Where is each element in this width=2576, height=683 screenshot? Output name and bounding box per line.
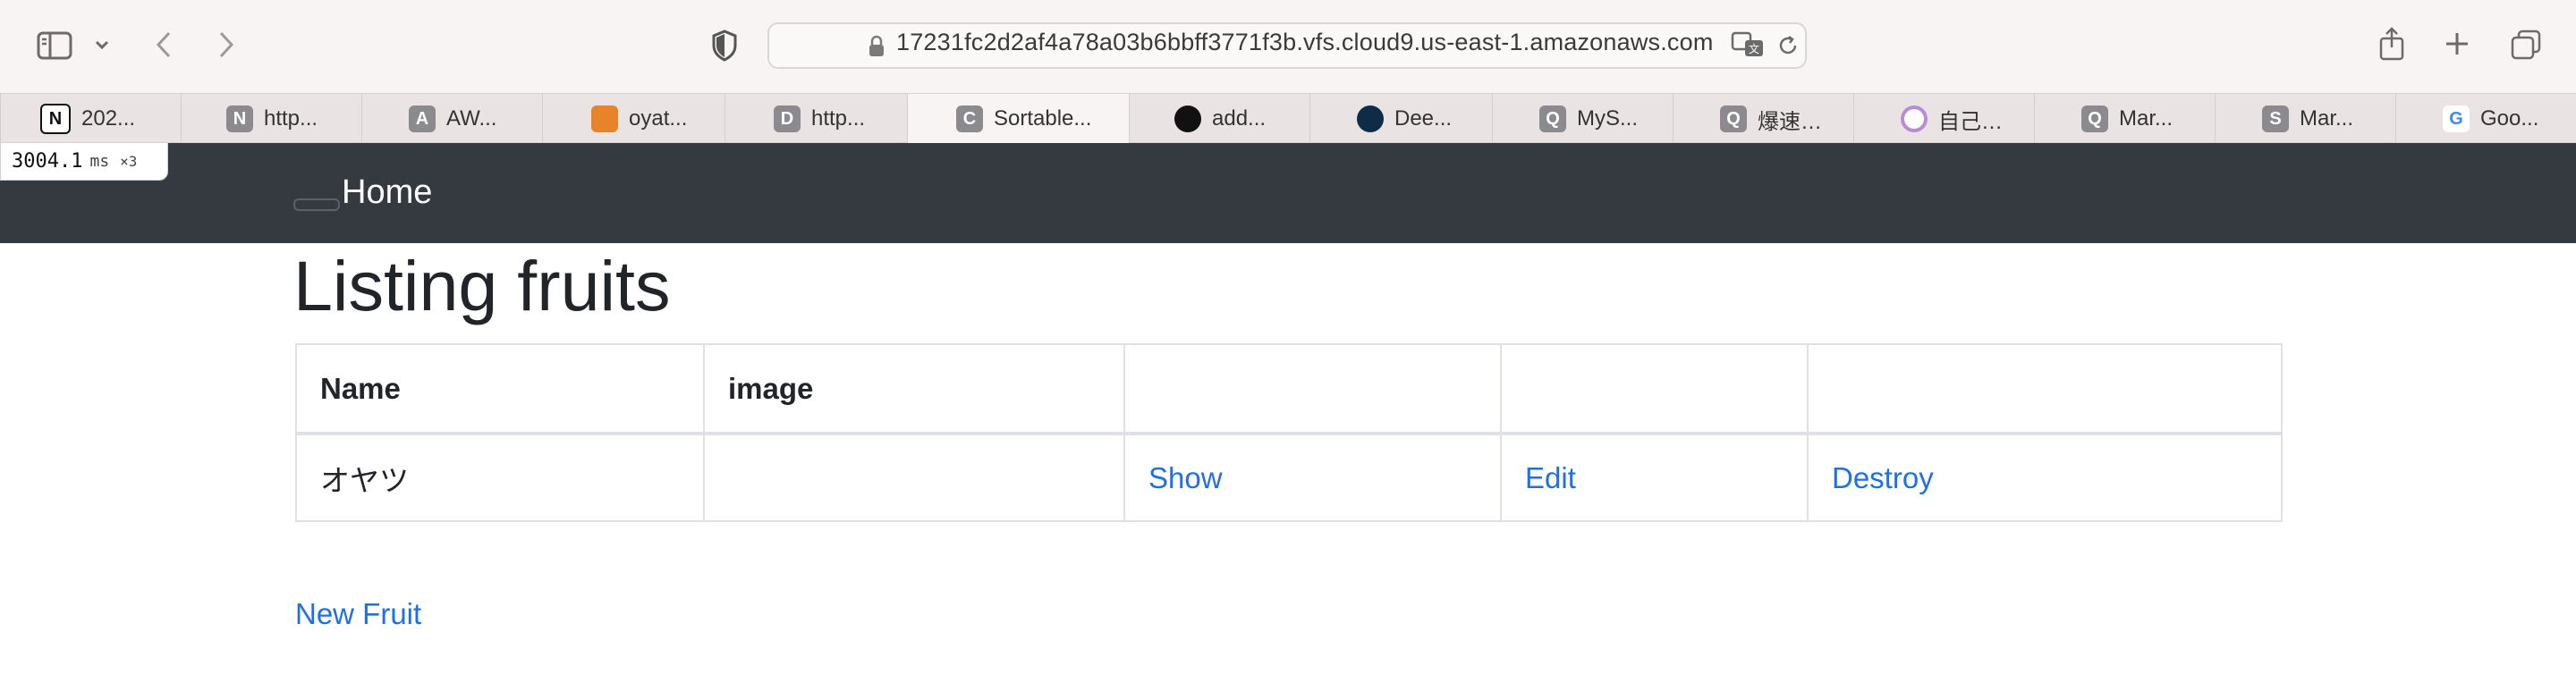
browser-tab[interactable]: add... bbox=[1129, 94, 1309, 144]
show-link[interactable]: Show bbox=[1148, 461, 1223, 494]
new-fruit-link[interactable]: New Fruit bbox=[295, 597, 421, 631]
tab-label: Mar... bbox=[2119, 106, 2174, 131]
hexagon-favicon-icon bbox=[1901, 105, 1928, 132]
tab-label: Dee... bbox=[1394, 106, 1453, 131]
browser-tab[interactable]: Q 爆速… bbox=[1673, 94, 1853, 144]
tab-label: Sortable... bbox=[994, 106, 1092, 131]
google-icon: G bbox=[2443, 105, 2470, 132]
c-favicon-icon: C bbox=[956, 105, 983, 132]
tab-bar: N 202... N http... A AW... oyat... D htt… bbox=[0, 93, 2576, 144]
browser-tab[interactable]: oyat... bbox=[542, 94, 724, 144]
browser-tab-active[interactable]: C Sortable... bbox=[907, 94, 1129, 144]
perf-unit: ms bbox=[89, 152, 110, 171]
s-favicon-icon: S bbox=[2262, 105, 2289, 132]
table-header-row: Name image bbox=[295, 343, 2283, 434]
q-favicon-icon: Q bbox=[1720, 105, 1747, 132]
browser-tab[interactable]: Q Mar... bbox=[2034, 94, 2215, 144]
q-favicon-icon: Q bbox=[2081, 105, 2108, 132]
column-header-name: Name bbox=[295, 343, 705, 434]
a-favicon-icon: A bbox=[409, 105, 436, 132]
column-header-blank bbox=[1807, 343, 2283, 434]
tab-overview-icon[interactable] bbox=[2508, 27, 2544, 63]
perf-value: 3004.1 bbox=[12, 150, 83, 173]
browser-tab[interactable]: D http... bbox=[724, 94, 907, 144]
browser-tab[interactable]: N 202... bbox=[0, 94, 181, 144]
q-favicon-icon: Q bbox=[1539, 105, 1566, 132]
box-favicon-icon bbox=[591, 105, 618, 132]
new-tab-icon[interactable] bbox=[2442, 29, 2472, 59]
n-favicon-icon: N bbox=[226, 105, 253, 132]
url-text[interactable]: 17231fc2d2af4a78a03b6bbff3771f3b.vfs.clo… bbox=[896, 29, 1714, 56]
column-header-blank bbox=[1500, 343, 1809, 434]
lock-icon bbox=[866, 34, 887, 59]
table-row: オヤツ Show Edit Destroy bbox=[295, 433, 2283, 522]
fruits-table: Name image オヤツ Show Edit Destroy bbox=[295, 343, 2283, 522]
edit-link[interactable]: Edit bbox=[1525, 461, 1576, 494]
browser-tab[interactable]: G Goo... bbox=[2395, 94, 2576, 144]
svg-text:文: 文 bbox=[1749, 42, 1759, 55]
back-icon[interactable] bbox=[150, 29, 177, 61]
deepl-icon bbox=[1357, 105, 1384, 132]
performance-overlay: 3004.1 ms ×3 bbox=[0, 143, 168, 181]
show-cell: Show bbox=[1123, 433, 1502, 522]
browser-tab[interactable]: S Mar... bbox=[2215, 94, 2395, 144]
navbar-toggler-button[interactable] bbox=[293, 198, 340, 211]
d-favicon-icon: D bbox=[774, 105, 801, 132]
browser-tab[interactable]: Q MyS... bbox=[1492, 94, 1673, 144]
tab-label: 自己… bbox=[1938, 109, 2003, 134]
edit-cell: Edit bbox=[1500, 433, 1809, 522]
tab-label: Mar... bbox=[2300, 106, 2354, 131]
tab-label: oyat... bbox=[629, 106, 688, 131]
translate-icon[interactable]: 文 bbox=[1730, 30, 1766, 59]
destroy-link[interactable]: Destroy bbox=[1832, 461, 1934, 494]
navbar-brand-home[interactable]: Home bbox=[342, 173, 432, 212]
browser-tab[interactable]: Dee... bbox=[1309, 94, 1492, 144]
fruit-image-cell bbox=[703, 433, 1125, 522]
fruit-name-cell: オヤツ bbox=[295, 433, 705, 522]
column-header-image: image bbox=[703, 343, 1125, 434]
browser-tab[interactable]: N http... bbox=[181, 94, 361, 144]
reload-icon[interactable] bbox=[1775, 32, 1801, 59]
privacy-shield-icon[interactable] bbox=[708, 29, 741, 63]
github-icon bbox=[1174, 105, 1201, 132]
destroy-cell: Destroy bbox=[1807, 433, 2283, 522]
tab-label: MyS... bbox=[1577, 106, 1639, 131]
tab-label: add... bbox=[1212, 106, 1267, 131]
tab-label: http... bbox=[264, 106, 318, 131]
tab-label: Goo... bbox=[2480, 106, 2539, 131]
perf-multiplier: ×3 bbox=[120, 153, 138, 170]
tab-label: AW... bbox=[446, 106, 497, 131]
column-header-blank bbox=[1123, 343, 1502, 434]
browser-tab[interactable]: 自己… bbox=[1853, 94, 2034, 144]
notion-icon: N bbox=[40, 104, 71, 134]
chevron-down-icon[interactable] bbox=[91, 34, 113, 55]
browser-toolbar: 17231fc2d2af4a78a03b6bbff3771f3b.vfs.clo… bbox=[0, 0, 2576, 93]
tab-label: 爆速… bbox=[1758, 109, 1822, 134]
page-title: Listing fruits bbox=[293, 246, 671, 325]
sidebar-toggle-icon[interactable] bbox=[36, 30, 73, 61]
tab-label: 202... bbox=[81, 106, 136, 131]
tab-label: http... bbox=[811, 106, 866, 131]
forward-icon[interactable] bbox=[213, 29, 240, 61]
browser-tab[interactable]: A AW... bbox=[361, 94, 542, 144]
share-icon[interactable] bbox=[2376, 25, 2408, 63]
